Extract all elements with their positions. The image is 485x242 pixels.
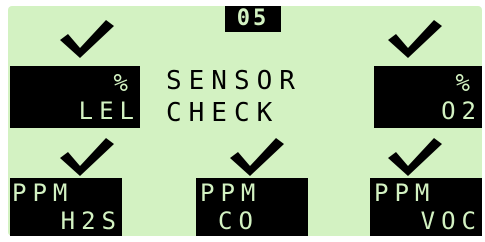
checkmark-icon <box>58 16 118 60</box>
sensor-box-voc: PPM VOC <box>370 178 482 236</box>
sensor-unit: PPM <box>374 179 436 207</box>
sensor-name: VOC <box>420 207 482 235</box>
sensor-name: O2 <box>441 97 482 125</box>
sensor-name: H2S <box>60 207 122 235</box>
lcd-screen: 05 % LEL SENSOR CHECK % O2 PPM H2S PPM C… <box>8 6 482 236</box>
sensor-name: CO <box>218 207 259 235</box>
sensor-box-o2: % O2 <box>374 66 482 128</box>
checkmark-icon <box>386 134 446 178</box>
sensor-unit: % <box>113 69 134 97</box>
sensor-unit: PPM <box>200 179 262 207</box>
checkmark-icon <box>58 134 118 178</box>
step-counter: 05 <box>225 6 281 32</box>
sensor-box-h2s: PPM H2S <box>10 178 122 236</box>
sensor-box-lel: % LEL <box>10 66 140 128</box>
title-sensor: SENSOR <box>166 66 302 96</box>
checkmark-icon <box>386 16 446 60</box>
sensor-box-co: PPM CO <box>196 178 308 236</box>
title-check: CHECK <box>166 98 280 128</box>
checkmark-icon <box>228 134 288 178</box>
sensor-name: LEL <box>78 97 140 125</box>
sensor-unit: PPM <box>12 179 74 207</box>
sensor-unit: % <box>455 69 476 97</box>
